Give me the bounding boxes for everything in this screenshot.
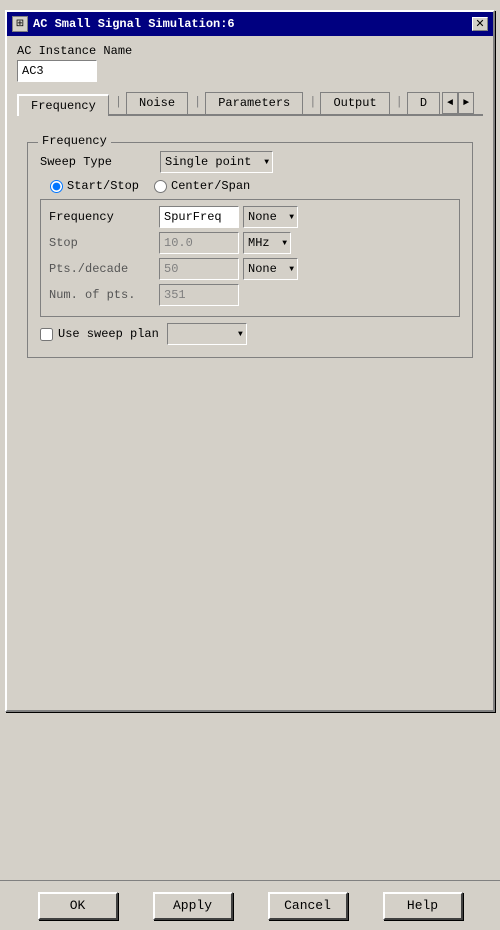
param-unit-pts-wrapper: None Hz KHz MHz GHz <box>243 258 298 280</box>
param-unit-frequency-wrapper: None Hz KHz MHz GHz <box>243 206 298 228</box>
param-label-stop: Stop <box>49 236 159 250</box>
param-row-stop: Stop Hz KHz MHz GHz <box>49 232 451 254</box>
ok-button[interactable]: OK <box>38 892 118 920</box>
title-bar: ⊞ AC Small Signal Simulation:6 ✕ <box>7 12 493 36</box>
cancel-button[interactable]: Cancel <box>268 892 348 920</box>
title-bar-left: ⊞ AC Small Signal Simulation:6 <box>12 16 235 32</box>
instance-name-section: AC Instance Name <box>17 44 483 82</box>
param-input-frequency[interactable] <box>159 206 239 228</box>
params-box: Frequency None Hz KHz MHz GHz <box>40 199 460 317</box>
sweep-type-label: Sweep Type <box>40 155 160 169</box>
main-window: ⊞ AC Small Signal Simulation:6 ✕ AC Inst… <box>5 10 495 712</box>
param-input-pts-decade <box>159 258 239 280</box>
tab-nav-prev[interactable]: ◄ <box>442 92 458 114</box>
param-row-pts-decade: Pts./decade None Hz KHz MHz GHz <box>49 258 451 280</box>
tab-d[interactable]: D <box>407 92 440 114</box>
radio-center-span-label: Center/Span <box>171 179 250 193</box>
param-unit-frequency[interactable]: None Hz KHz MHz GHz <box>243 206 298 228</box>
tab-noise[interactable]: Noise <box>126 92 188 114</box>
param-unit-stop[interactable]: Hz KHz MHz GHz <box>243 232 291 254</box>
window-icon: ⊞ <box>12 16 28 32</box>
param-unit-stop-wrapper: Hz KHz MHz GHz <box>243 232 291 254</box>
apply-button[interactable]: Apply <box>153 892 233 920</box>
radio-center-span-input[interactable] <box>154 180 167 193</box>
tab-separator-2: | <box>190 92 205 114</box>
window-title: AC Small Signal Simulation:6 <box>33 17 235 31</box>
tab-output[interactable]: Output <box>320 92 389 114</box>
param-input-stop <box>159 232 239 254</box>
instance-name-input[interactable] <box>17 60 97 82</box>
tab-bar: Frequency | Noise | Parameters | Output … <box>17 92 483 116</box>
tab-separator-1: | <box>111 92 126 114</box>
window-body: AC Instance Name Frequency | Noise | Par… <box>7 36 493 710</box>
sweep-plan-select[interactable]: plan1 plan2 <box>167 323 247 345</box>
param-row-num-pts: Num. of pts. <box>49 284 451 306</box>
radio-center-span[interactable]: Center/Span <box>154 179 250 193</box>
tab-parameters[interactable]: Parameters <box>205 92 303 114</box>
tab-nav-next[interactable]: ► <box>458 92 474 114</box>
button-bar: OK Apply Cancel Help <box>0 880 500 930</box>
frequency-group-title: Frequency <box>38 134 111 148</box>
radio-start-stop[interactable]: Start/Stop <box>50 179 139 193</box>
tab-separator-3: | <box>305 92 320 114</box>
close-button[interactable]: ✕ <box>472 17 488 31</box>
sweep-type-select[interactable]: Single point Linear Logarithmic Adaptive <box>160 151 273 173</box>
param-label-frequency: Frequency <box>49 210 159 224</box>
sweep-plan-row: Use sweep plan plan1 plan2 <box>40 323 460 345</box>
sweep-plan-select-wrapper: plan1 plan2 <box>167 323 247 345</box>
sweep-type-row: Sweep Type Single point Linear Logarithm… <box>40 151 460 173</box>
help-button[interactable]: Help <box>383 892 463 920</box>
sweep-plan-checkbox-label[interactable]: Use sweep plan <box>40 327 159 341</box>
tab-separator-4: | <box>392 92 407 114</box>
sweep-plan-checkbox[interactable] <box>40 328 53 341</box>
content-area: Frequency Sweep Type Single point Linear… <box>17 122 483 702</box>
sweep-plan-label: Use sweep plan <box>58 327 159 341</box>
param-row-frequency: Frequency None Hz KHz MHz GHz <box>49 206 451 228</box>
radio-row: Start/Stop Center/Span <box>40 179 460 193</box>
param-unit-pts[interactable]: None Hz KHz MHz GHz <box>243 258 298 280</box>
sweep-type-select-wrapper: Single point Linear Logarithmic Adaptive <box>160 151 273 173</box>
instance-name-label: AC Instance Name <box>17 44 483 58</box>
radio-start-stop-input[interactable] <box>50 180 63 193</box>
tab-frequency[interactable]: Frequency <box>17 94 109 116</box>
frequency-group: Frequency Sweep Type Single point Linear… <box>27 142 473 358</box>
radio-start-stop-label: Start/Stop <box>67 179 139 193</box>
param-label-pts-decade: Pts./decade <box>49 262 159 276</box>
param-label-num-pts: Num. of pts. <box>49 288 159 302</box>
param-input-num-pts <box>159 284 239 306</box>
